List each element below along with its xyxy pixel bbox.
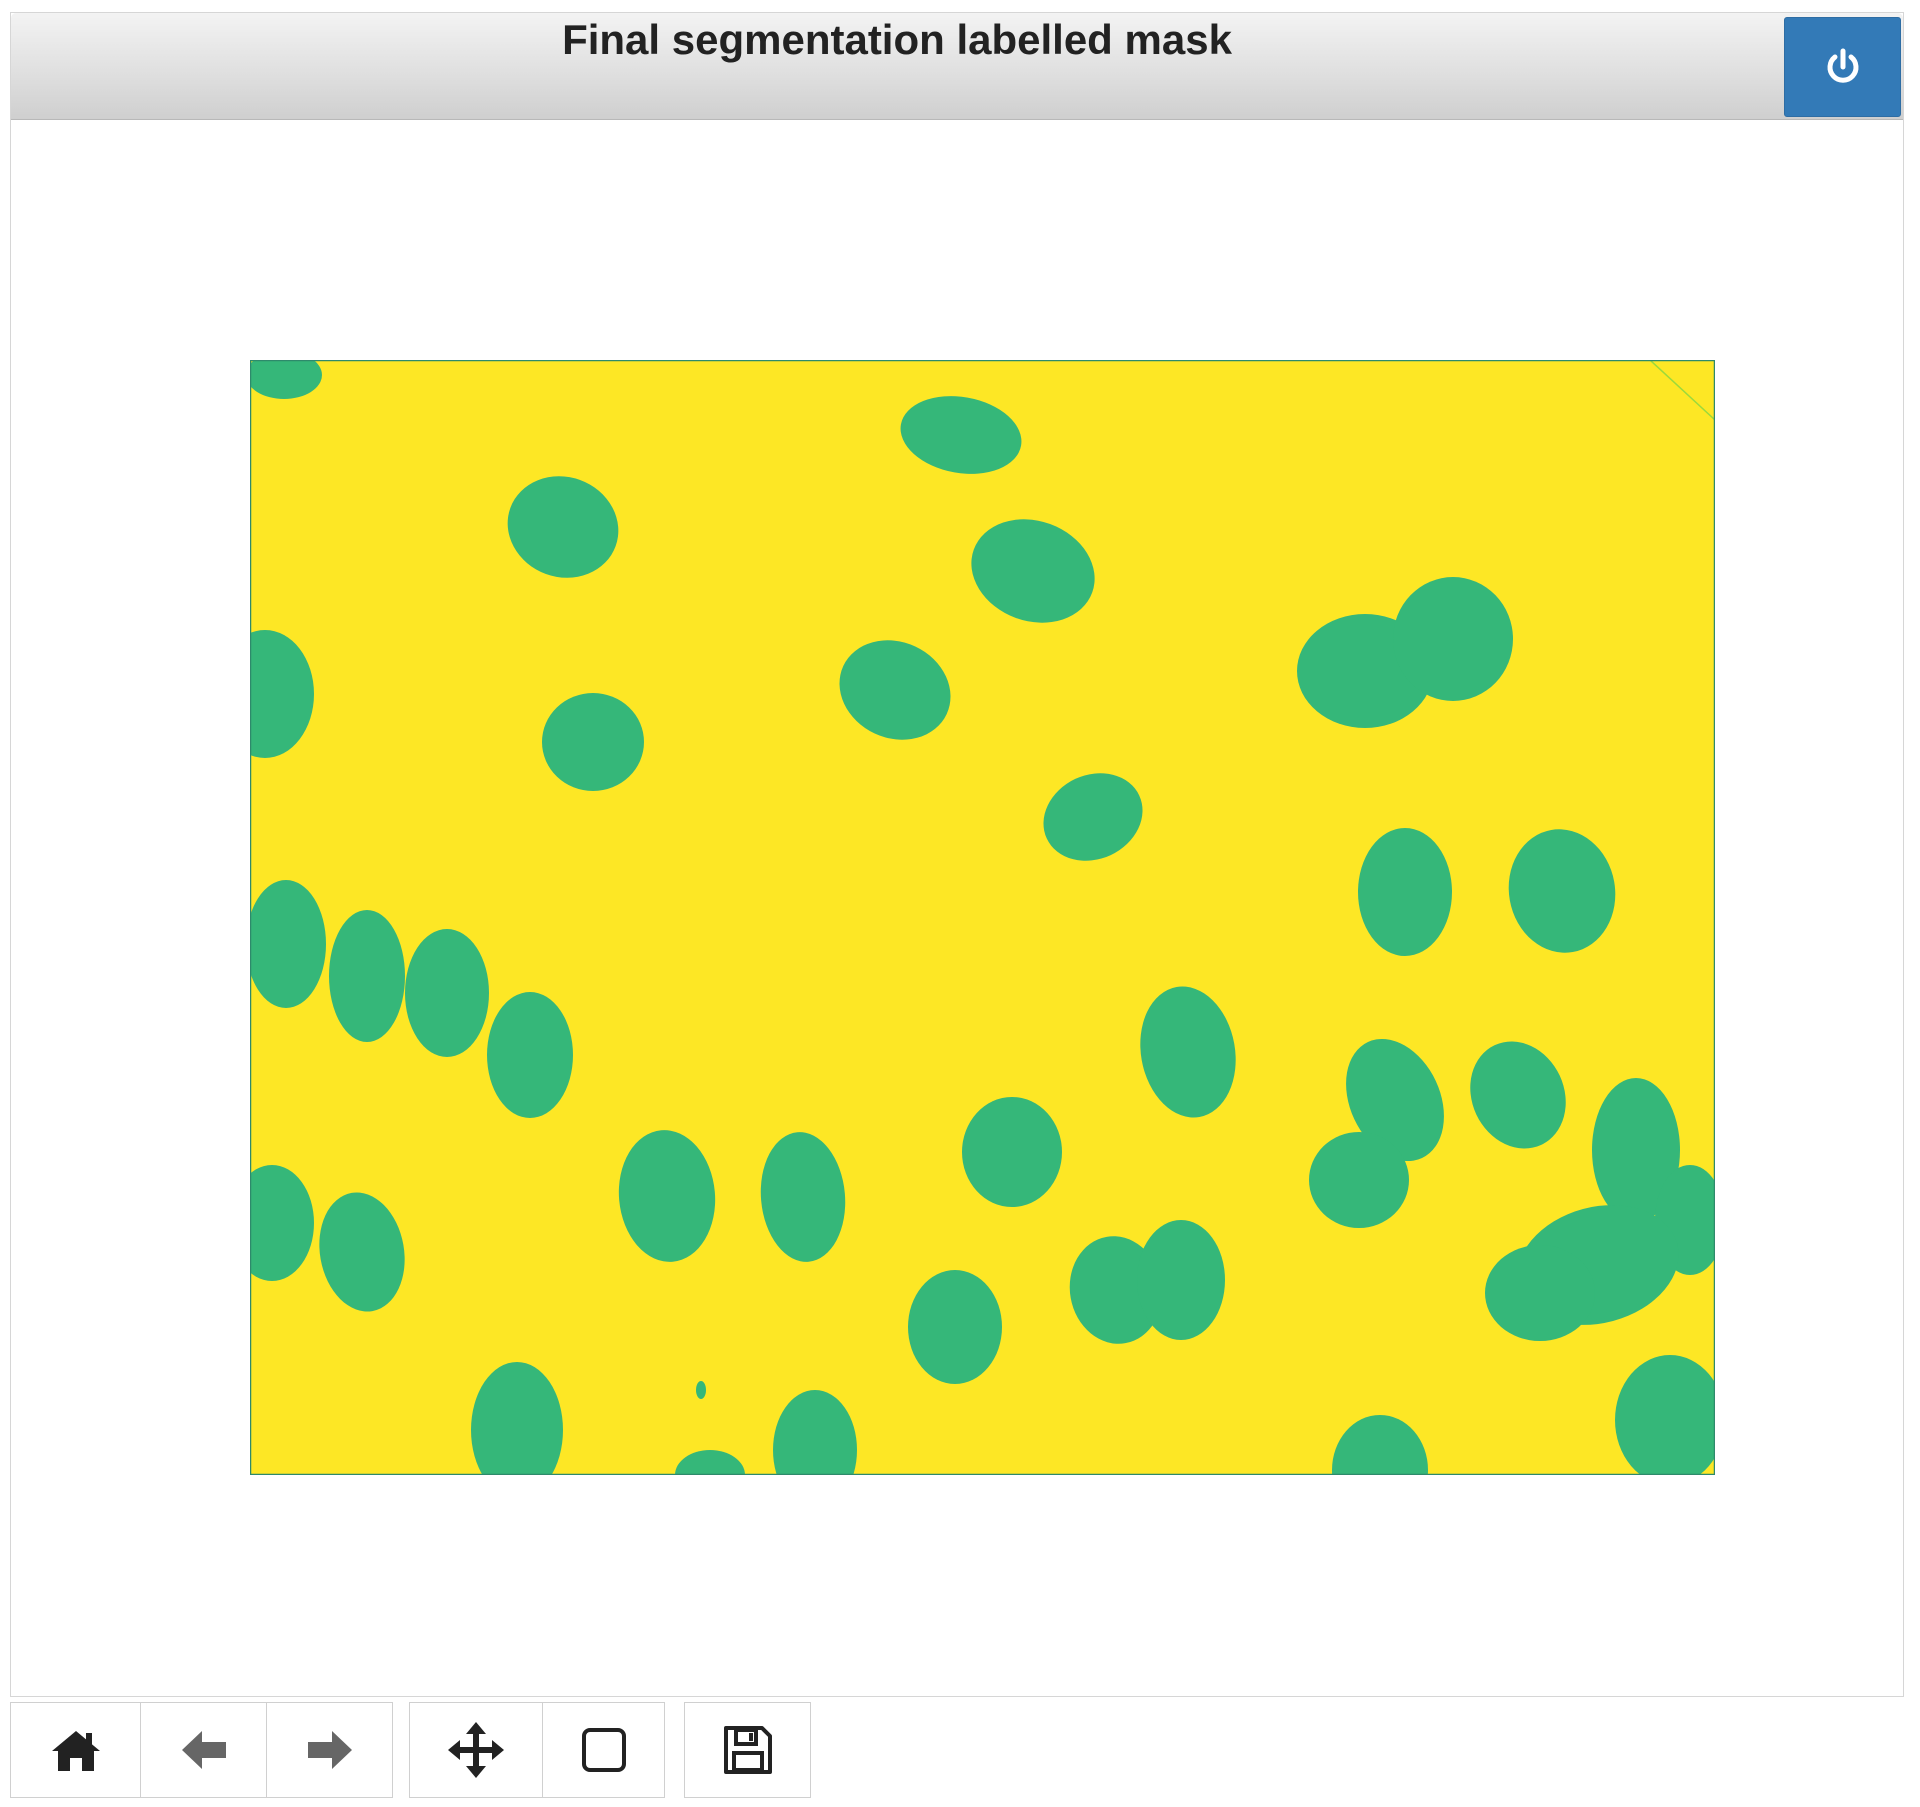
pan-button[interactable] <box>409 1702 543 1798</box>
zoom-rect-icon <box>581 1728 626 1772</box>
window-title: Final segmentation labelled mask <box>562 16 1232 63</box>
save-icon <box>723 1726 772 1774</box>
forward-button[interactable] <box>267 1702 393 1798</box>
segmentation-mask-image[interactable] <box>250 360 1715 1475</box>
close-figure-button[interactable] <box>1784 17 1901 117</box>
back-button[interactable] <box>141 1702 267 1798</box>
file-toolbar-group <box>684 1702 811 1798</box>
move-icon <box>448 1722 504 1778</box>
titlebar: Final segmentation labelled mask <box>11 13 1903 120</box>
tools-toolbar-group <box>409 1702 665 1798</box>
power-icon <box>1827 48 1858 83</box>
home-button[interactable] <box>10 1702 141 1798</box>
nav-toolbar-group <box>10 1702 393 1798</box>
arrow-left-icon <box>181 1731 226 1769</box>
home-icon <box>51 1731 100 1771</box>
arrow-right-icon <box>307 1731 352 1769</box>
zoom-rect-button[interactable] <box>543 1702 665 1798</box>
save-button[interactable] <box>684 1702 811 1798</box>
